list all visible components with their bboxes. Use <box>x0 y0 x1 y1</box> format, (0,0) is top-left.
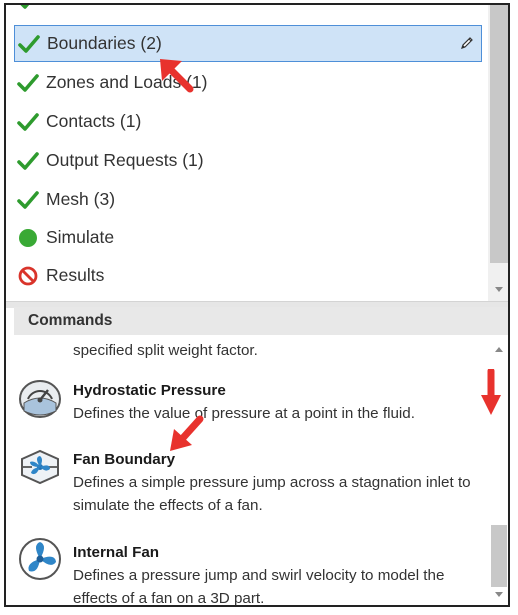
tree-item-label: Results <box>46 265 105 285</box>
tree-item-label: Boundaries (2) <box>47 33 162 53</box>
no-entry-icon <box>16 264 40 288</box>
check-icon <box>16 5 40 12</box>
tree-item-label: Mesh (3) <box>46 189 116 209</box>
command-description-partial: specified split weight factor. <box>73 342 258 359</box>
tree-item-simulate[interactable]: Simulate <box>14 219 482 256</box>
model-browser-panel: Boundaries (2) Zones and Loads (1) Conta… <box>4 3 510 607</box>
tree-item-label: Contacts (1) <box>46 111 142 131</box>
command-title: Hydrostatic Pressure <box>73 382 226 399</box>
command-title: Internal Fan <box>73 544 160 561</box>
simulation-tree: Boundaries (2) Zones and Loads (1) Conta… <box>6 5 508 301</box>
check-icon <box>17 32 41 56</box>
commands-header: Commands <box>14 307 508 335</box>
tree-item-partial <box>14 5 482 18</box>
scrollbar-thumb[interactable] <box>490 5 508 263</box>
scroll-up-arrow-icon[interactable] <box>488 345 508 357</box>
command-description: Defines a pressure jump and swirl veloci… <box>73 567 445 607</box>
tree-item-label: Zones and Loads (1) <box>46 72 208 92</box>
scrollbar-thumb[interactable] <box>491 525 507 587</box>
tree-item-results[interactable]: Results <box>14 257 482 294</box>
pencil-edit-icon[interactable] <box>459 35 475 51</box>
tree-item-label: Simulate <box>46 227 115 247</box>
command-title: Fan Boundary <box>73 451 176 468</box>
commands-list: specified split weight factor. Hydrostat… <box>6 335 508 607</box>
tree-item-boundaries[interactable]: Boundaries (2) <box>14 25 482 62</box>
tree-item-contacts[interactable]: Contacts (1) <box>14 103 482 140</box>
commands-scrollbar[interactable] <box>488 335 508 605</box>
tree-item-zones-and-loads[interactable]: Zones and Loads (1) <box>14 64 482 101</box>
check-icon <box>16 110 40 134</box>
command-description: Defines a simple pressure jump across a … <box>73 474 471 514</box>
tree-item-label: Output Requests (1) <box>46 150 204 170</box>
scroll-down-arrow-icon[interactable] <box>488 589 508 601</box>
command-fan-boundary[interactable]: Fan Boundary Defines a simple pressure j… <box>73 448 473 517</box>
check-icon <box>16 149 40 173</box>
command-internal-fan[interactable]: Internal Fan Defines a pressure jump and… <box>73 541 473 607</box>
internal-fan-icon[interactable] <box>18 537 62 581</box>
command-hydrostatic-pressure[interactable]: Hydrostatic Pressure Defines the value o… <box>73 379 473 425</box>
green-circle-icon <box>16 226 40 250</box>
check-icon <box>16 188 40 212</box>
command-description: Defines the value of pressure at a point… <box>73 405 415 422</box>
tree-scrollbar[interactable] <box>488 5 508 301</box>
scroll-down-arrow-icon[interactable] <box>488 284 508 298</box>
tree-item-mesh[interactable]: Mesh (3) <box>14 181 482 218</box>
hydrostatic-pressure-icon[interactable] <box>18 377 62 421</box>
fan-boundary-icon[interactable] <box>18 445 62 489</box>
check-icon <box>16 71 40 95</box>
tree-item-output-requests[interactable]: Output Requests (1) <box>14 142 482 179</box>
